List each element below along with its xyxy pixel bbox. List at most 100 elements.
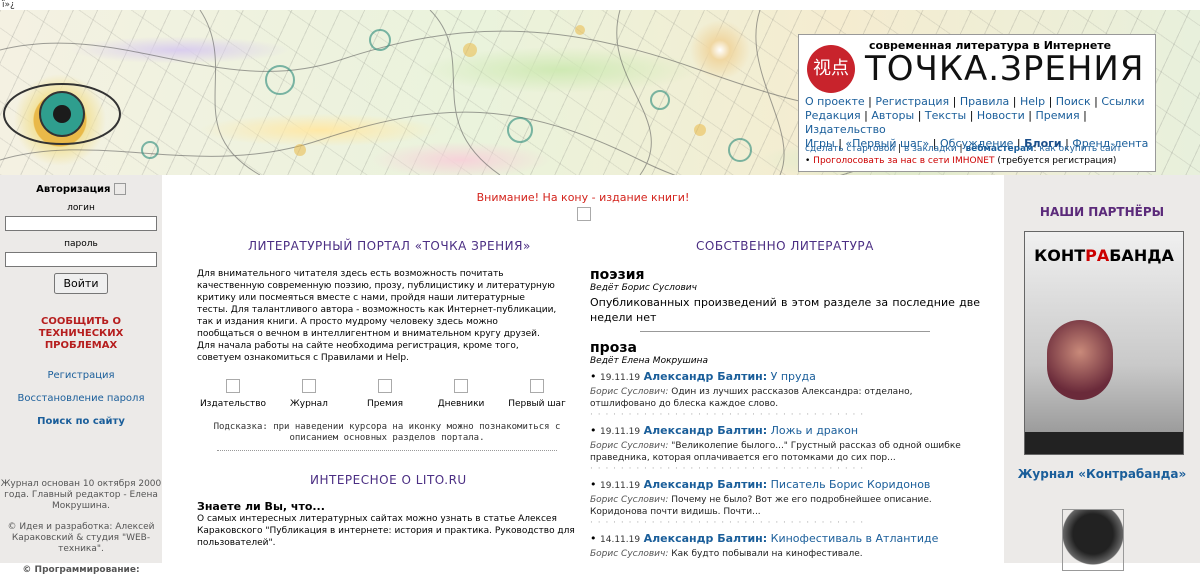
section-icons: Издательство Журнал Премия Дневники Перв… xyxy=(197,379,577,419)
item-desc: Как будто побывали на кинофестивале. xyxy=(671,549,863,559)
dotted-separator: · · · · · · · · · · · · · · · · · · · · … xyxy=(590,518,865,528)
first-step-icon xyxy=(530,379,544,393)
poetry-editor: Ведёт Борис Суслович xyxy=(590,283,697,293)
item-author[interactable]: Александр Балтин: xyxy=(644,424,768,437)
item-title[interactable]: Кинофестиваль в Атлантиде xyxy=(771,532,939,545)
nav-authors[interactable]: Авторы xyxy=(871,109,914,122)
login-label: логин xyxy=(67,203,95,213)
icon-prize[interactable]: Премия xyxy=(349,379,421,409)
item-reviewer: Борис Суслович: xyxy=(590,549,669,559)
icons-hint: Подсказка: при наведении курсора на икон… xyxy=(213,422,561,443)
prose-heading[interactable]: проза xyxy=(590,340,980,356)
item-author[interactable]: Александр Балтин: xyxy=(644,478,768,491)
nav-line-2: Редакция | Авторы | Тексты | Новости | П… xyxy=(805,109,1087,136)
seal-logo: 视点 xyxy=(807,45,855,93)
make-start-page-link[interactable]: сделать стартовой xyxy=(805,144,895,154)
report-problem-link[interactable]: СООБЩИТЬ О ТЕХНИЧЕСКИХ ПРОБЛЕМАХ xyxy=(4,316,158,352)
item-reviewer: Борис Суслович: xyxy=(590,495,669,505)
password-label: пароль xyxy=(64,239,98,249)
cover-footer xyxy=(1025,432,1183,454)
register-link[interactable]: Регистрация xyxy=(47,370,114,381)
item-reviewer: Борис Суслович: xyxy=(590,441,669,451)
broken-image-icon xyxy=(113,183,126,195)
divider xyxy=(640,331,930,332)
kontrabanda-journal-link[interactable]: Журнал «Контрабанда» xyxy=(1018,467,1187,481)
portal-intro-registration: Для начала работы на сайте необходима ре… xyxy=(197,341,519,363)
icon-publishing[interactable]: Издательство xyxy=(197,379,269,409)
cover-portrait xyxy=(1047,320,1113,400)
restore-password-link[interactable]: Восстановление пароля xyxy=(18,393,145,404)
portal-intro: Для внимательного читателя здесь есть во… xyxy=(197,269,557,339)
auth-title: Авторизация xyxy=(0,183,162,195)
nav-prize[interactable]: Премия xyxy=(1035,109,1079,122)
icon-journal[interactable]: Журнал xyxy=(273,379,345,409)
site-logo[interactable]: ТОЧКА.ЗРЕНИЯ xyxy=(865,49,1144,89)
dotted-separator: · · · · · · · · · · · · · · · · · · · · … xyxy=(590,410,865,420)
login-button[interactable]: Войти xyxy=(53,273,109,294)
password-input[interactable] xyxy=(5,252,157,267)
encoding-artifact: ï»¿ xyxy=(2,0,15,10)
nav-texts[interactable]: Тексты xyxy=(925,109,966,122)
poetry-empty-text: Опубликованных произведений в этом разде… xyxy=(590,296,980,324)
journal-founded-text: Журнал основан 10 октября 2000 года. Гла… xyxy=(0,479,162,511)
broken-image-icon xyxy=(577,207,591,221)
item-title[interactable]: Писатель Борис Коридонов xyxy=(771,478,931,491)
portal-title: ЛИТЕРАТУРНЫЙ ПОРТАЛ «ТОЧКА ЗРЕНИЯ» xyxy=(248,239,531,253)
left-sidebar: Авторизация логин пароль Войти СООБЩИТЬ … xyxy=(0,175,162,575)
publishing-icon xyxy=(226,379,240,393)
right-sidebar: НАШИ ПАРТНЁРЫ КОНТРАБАНДА Журнал «Контра… xyxy=(1004,175,1200,571)
buy-site-link[interactable]: как окупить сайт xyxy=(1039,144,1121,154)
nav-editors[interactable]: Редакция xyxy=(805,109,861,122)
nav-news[interactable]: Новости xyxy=(977,109,1025,122)
icon-diaries[interactable]: Дневники xyxy=(425,379,497,409)
journal-icon xyxy=(302,379,316,393)
item-date: 19.11.19 xyxy=(600,373,641,383)
bookmarks-link[interactable]: в закладки xyxy=(904,144,957,154)
nav-links[interactable]: Ссылки xyxy=(1101,95,1144,108)
literature-column: поэзия Ведёт Борис Суслович Опубликованн… xyxy=(590,267,980,560)
item-title[interactable]: Ложь и дракон xyxy=(771,424,858,437)
nav-rules[interactable]: Правила xyxy=(960,95,1009,108)
item-reviewer: Борис Суслович: xyxy=(590,387,669,397)
nav-register[interactable]: Регистрация xyxy=(875,95,949,108)
prose-editor: Ведёт Елена Мокрушина xyxy=(590,356,709,366)
vote-note: (требуется регистрация) xyxy=(997,156,1117,166)
divider xyxy=(217,450,557,451)
item-date: 19.11.19 xyxy=(600,427,641,437)
list-item: • 19.11.19 Александр Балтин: У пруда Бор… xyxy=(590,370,980,420)
item-title[interactable]: У пруда xyxy=(771,370,816,383)
tree-partner-image[interactable] xyxy=(1062,509,1124,571)
attention-banner[interactable]: Внимание! На кону - издание книги! xyxy=(162,191,1004,204)
nav-search[interactable]: Поиск xyxy=(1056,95,1091,108)
nav-help[interactable]: Help xyxy=(1020,95,1045,108)
kontrabanda-book-cover[interactable]: КОНТРАБАНДА xyxy=(1024,231,1184,455)
dotted-separator: · · · · · · · · · · · · · · · · · · · · … xyxy=(590,464,865,474)
idea-credit: © Идея и разработка: Алексей Караковский… xyxy=(7,522,155,554)
nav-about[interactable]: О проекте xyxy=(805,95,865,108)
poetry-heading[interactable]: поэзия xyxy=(590,267,980,283)
diaries-icon xyxy=(454,379,468,393)
partners-title: НАШИ ПАРТНЁРЫ xyxy=(1039,205,1165,219)
icon-first-step[interactable]: Первый шаг xyxy=(501,379,573,409)
item-author[interactable]: Александр Балтин: xyxy=(644,532,768,545)
vote-imhonet-link[interactable]: Проголосовать за нас в сети IMHONET xyxy=(813,156,994,166)
logo-box: 视点 современная литература в Интернете ТО… xyxy=(798,34,1156,172)
login-input[interactable] xyxy=(5,216,157,231)
header-banner: 视点 современная литература в Интернете ТО… xyxy=(0,10,1200,175)
book-title: КОНТРАБАНДА xyxy=(1034,246,1174,265)
literature-title: СОБСТВЕННО ЛИТЕРАТУРА xyxy=(696,239,874,253)
did-you-know-text: О самых интересных литературных сайтах м… xyxy=(197,514,575,548)
item-date: 14.11.19 xyxy=(600,535,641,545)
list-item: • 14.11.19 Александр Балтин: Кинофестива… xyxy=(590,532,939,559)
top-utility-links: сделать стартовой | в закладки | вебмаст… xyxy=(805,144,1122,166)
item-author[interactable]: Александр Балтин: xyxy=(644,370,768,383)
did-you-know-title: Знаете ли Вы, что... xyxy=(197,500,325,513)
item-date: 19.11.19 xyxy=(600,481,641,491)
webmasters-link[interactable]: вебмастерам xyxy=(965,144,1033,154)
list-item: • 19.11.19 Александр Балтин: Ложь и драк… xyxy=(590,424,980,474)
nav-line-1: О проекте | Регистрация | Правила | Help… xyxy=(805,95,1145,108)
nav-publishing[interactable]: Издательство xyxy=(805,123,886,136)
interesting-title: ИНТЕРЕСНОЕ О LITO.RU xyxy=(310,473,467,487)
main-content: Внимание! На кону - издание книги! ЛИТЕР… xyxy=(162,175,1004,563)
site-search-link[interactable]: Поиск по сайту xyxy=(37,416,125,427)
